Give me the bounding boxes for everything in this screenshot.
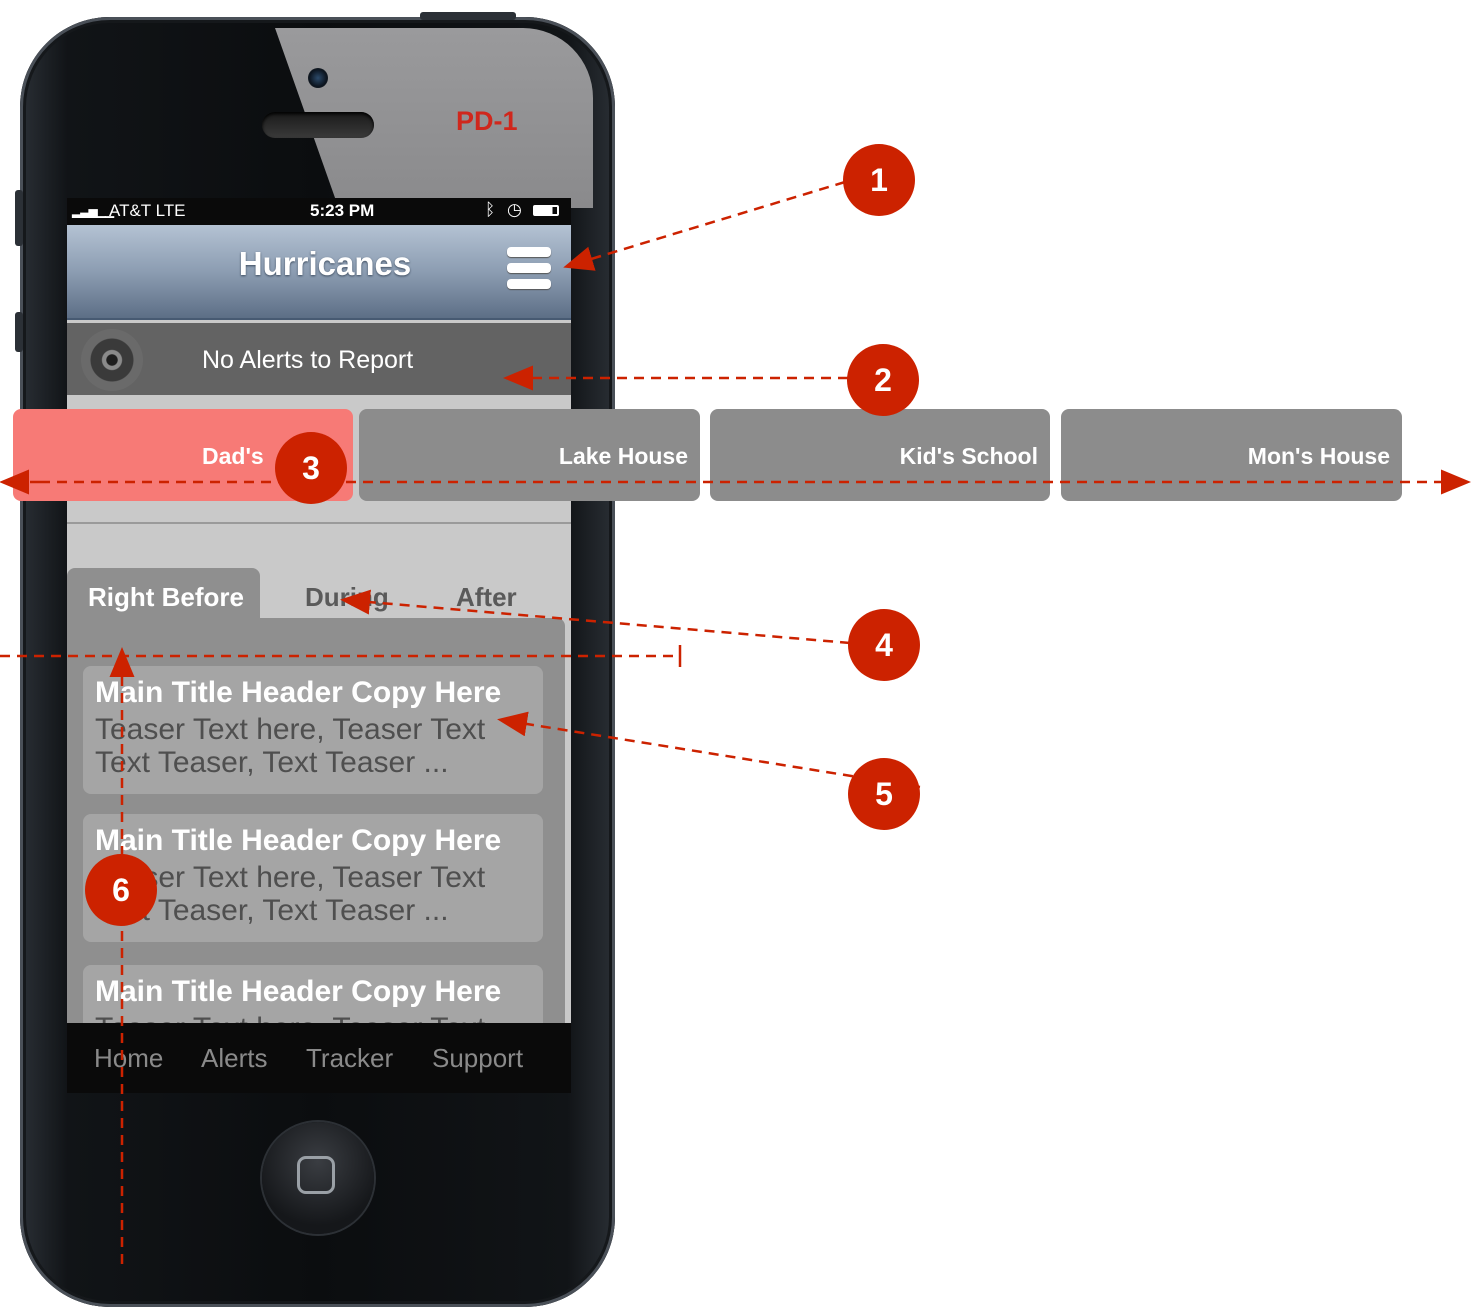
annotation-badge-5: 5 (848, 758, 920, 830)
annotation-arrows (0, 180, 1471, 1264)
annotation-badge-1: 1 (843, 144, 915, 216)
arrow-4 (340, 589, 851, 645)
annotation-badge-3: 3 (275, 432, 347, 504)
arrow-1 (563, 180, 846, 271)
annotation-badge-2: 2 (847, 344, 919, 416)
annotation-badge-6: 6 (85, 854, 157, 926)
annotation-badge-4: 4 (848, 609, 920, 681)
